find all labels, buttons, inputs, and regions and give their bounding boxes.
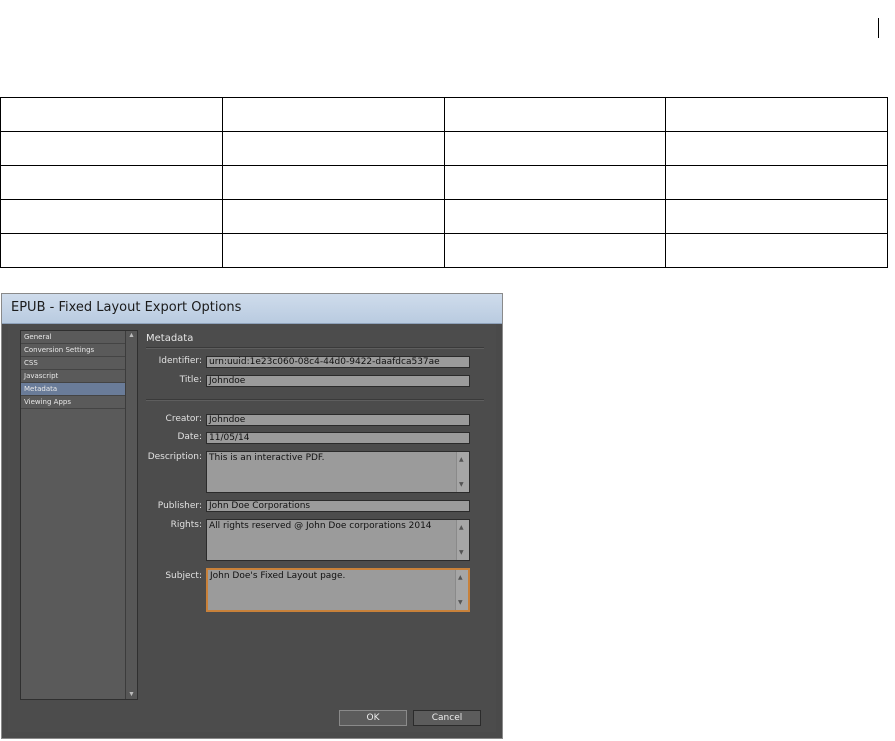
rights-label: Rights: (170, 520, 202, 530)
creator-label: Creator: (165, 414, 202, 424)
subject-scrollbar[interactable]: ▲ ▼ (455, 570, 468, 610)
scroll-down-icon[interactable]: ▼ (459, 479, 464, 490)
title-label: Title: (179, 375, 202, 385)
date-field[interactable]: 11/05/14 (206, 432, 470, 444)
dialog-titlebar[interactable]: EPUB - Fixed Layout Export Options (2, 294, 502, 324)
sidebar-item-viewing-apps[interactable]: Viewing Apps (21, 396, 125, 409)
identifier-field[interactable]: urn:uuid:1e23c060-08c4-44d0-9422-daafdca… (206, 356, 470, 368)
divider (146, 399, 484, 401)
sidebar-scrollbar[interactable]: ▲ ▼ (125, 331, 137, 699)
rights-scrollbar[interactable]: ▲ ▼ (456, 520, 469, 560)
sidebar-item-general[interactable]: General (21, 331, 125, 344)
divider (146, 347, 484, 349)
sidebar-item-conversion-settings[interactable]: Conversion Settings (21, 344, 125, 357)
description-label: Description: (147, 452, 202, 462)
rights-text: All rights reserved @ John Doe corporati… (209, 521, 432, 531)
scroll-up-icon[interactable]: ▲ (459, 454, 464, 465)
description-text: This is an interactive PDF. (209, 453, 325, 463)
dialog-body: General Conversion Settings CSS Javascri… (8, 324, 496, 732)
description-scrollbar[interactable]: ▲ ▼ (456, 452, 469, 492)
description-field[interactable]: This is an interactive PDF. ▲ ▼ (206, 451, 470, 493)
sidebar-item-css[interactable]: CSS (21, 357, 125, 370)
rights-field[interactable]: All rights reserved @ John Doe corporati… (206, 519, 470, 561)
table-row (0, 165, 888, 200)
date-label: Date: (177, 432, 202, 442)
sidebar-item-javascript[interactable]: Javascript (21, 370, 125, 383)
subject-field[interactable]: John Doe's Fixed Layout page. ▲ ▼ (206, 568, 470, 612)
table-row (0, 233, 888, 268)
table-row (0, 97, 888, 132)
empty-table (0, 97, 888, 268)
table-row (0, 199, 888, 234)
dialog-title: EPUB - Fixed Layout Export Options (11, 300, 242, 315)
section-title: Metadata (146, 333, 194, 344)
export-options-dialog: EPUB - Fixed Layout Export Options Gener… (1, 293, 503, 739)
scroll-down-icon[interactable]: ▼ (458, 597, 463, 608)
scroll-up-icon[interactable]: ▲ (128, 332, 135, 339)
category-list: General Conversion Settings CSS Javascri… (20, 330, 138, 700)
publisher-label: Publisher: (157, 501, 202, 511)
subject-text: John Doe's Fixed Layout page. (210, 571, 346, 581)
title-field[interactable]: Johndoe (206, 375, 470, 387)
scroll-up-icon[interactable]: ▲ (458, 572, 463, 583)
ok-button[interactable]: OK (339, 710, 407, 726)
table-row (0, 131, 888, 166)
page-edge-mark (878, 18, 879, 38)
scroll-down-icon[interactable]: ▼ (128, 691, 135, 698)
subject-label: Subject: (165, 571, 202, 581)
creator-field[interactable]: Johndoe (206, 414, 470, 426)
cancel-button[interactable]: Cancel (413, 710, 481, 726)
sidebar-item-metadata[interactable]: Metadata (21, 383, 125, 396)
scroll-up-icon[interactable]: ▲ (459, 522, 464, 533)
scroll-down-icon[interactable]: ▼ (459, 547, 464, 558)
identifier-label: Identifier: (158, 356, 202, 366)
publisher-field[interactable]: John Doe Corporations (206, 500, 470, 512)
